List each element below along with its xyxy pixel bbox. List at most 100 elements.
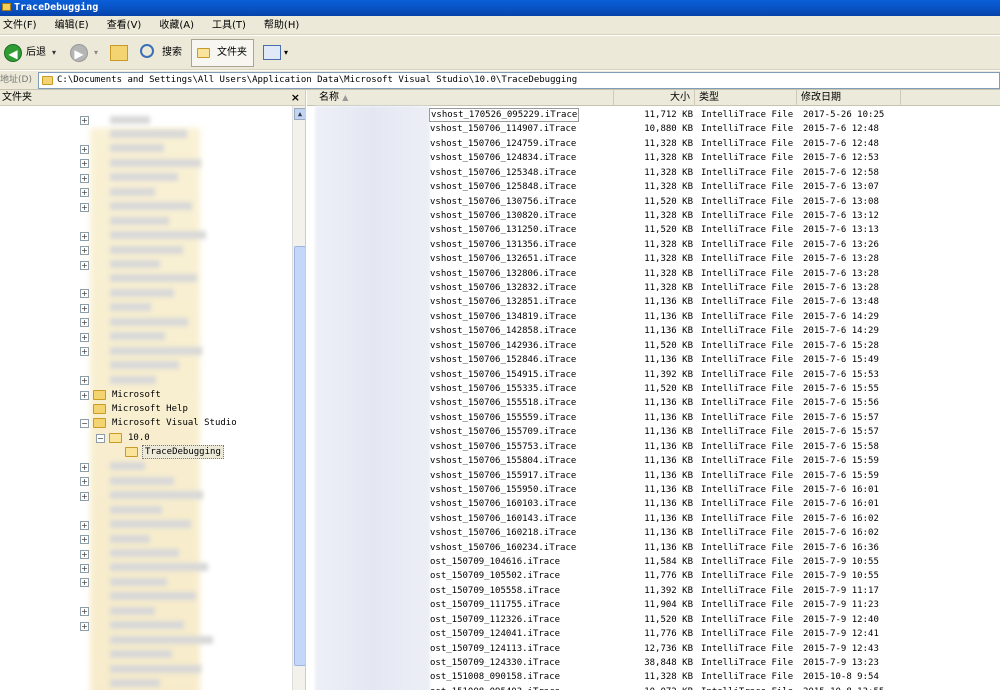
tree-node-redacted[interactable]: + [80,474,174,488]
search-icon[interactable] [140,44,154,58]
collapse-icon[interactable]: − [96,433,105,443]
tree-scrollbar[interactable]: ▲ [292,106,305,690]
file-row[interactable]: vshost_150706_154915.iTrace 11,392 KB Inte… [307,368,1000,382]
views-icon[interactable] [263,45,281,60]
expand-icon[interactable]: + [80,491,89,501]
file-row[interactable]: vshost_170526_095229.iTrace 11,712 KB Inte… [307,108,1000,122]
file-row[interactable]: vshost_150706_124834.iTrace 11,328 KB Inte… [307,151,1000,165]
expand-icon[interactable]: + [80,520,89,530]
tree-node-redacted[interactable]: + [80,200,192,214]
scroll-up-icon[interactable]: ▲ [294,108,305,120]
tree-node-redacted[interactable]: + [80,315,188,329]
tree-node-redacted[interactable]: + [80,460,145,474]
expand-icon[interactable]: + [80,607,89,617]
expand-icon[interactable]: + [80,563,89,573]
file-row[interactable]: ost_150709_105502.iTrace 11,776 KB Intelli… [307,569,1000,583]
menu-help[interactable]: 帮助(H) [261,16,304,35]
file-row[interactable]: vshost_150706_155335.iTrace 11,520 KB Inte… [307,382,1000,396]
back-arrow-icon[interactable]: ◀ [4,44,22,62]
expand-icon[interactable]: + [80,231,89,241]
tree-node-redacted[interactable]: + [80,185,155,199]
menu-edit[interactable]: 编辑(E) [52,16,94,35]
file-row[interactable]: vshost_150706_155950.iTrace 11,136 KB Inte… [307,483,1000,497]
file-row[interactable]: vshost_150706_131356.iTrace 11,328 KB Inte… [307,238,1000,252]
file-row[interactable]: vshost_150706_125348.iTrace 11,328 KB Inte… [307,166,1000,180]
file-row[interactable]: vshost_150706_155804.iTrace 11,136 KB Inte… [307,454,1000,468]
file-row[interactable]: vshost_150706_114907.iTrace 10,880 KB Inte… [307,122,1000,136]
expand-icon[interactable]: + [80,390,89,400]
file-row[interactable]: vshost_150706_134819.iTrace 11,136 KB Inte… [307,310,1000,324]
file-row[interactable]: vshost_150706_160103.iTrace 11,136 KB Inte… [307,497,1000,511]
tree-node-redacted[interactable]: + [80,489,203,503]
file-row[interactable]: vshost_150706_130820.iTrace 11,328 KB Inte… [307,209,1000,223]
file-row[interactable]: ost_150709_111755.iTrace 11,904 KB Intelli… [307,598,1000,612]
file-row[interactable]: vshost_150706_132806.iTrace 11,328 KB Inte… [307,267,1000,281]
tree-node-redacted[interactable]: + [80,156,201,170]
tree-node-redacted[interactable]: + [80,243,183,257]
menu-view[interactable]: 查看(V) [104,16,147,35]
file-row[interactable]: ost_151008_095403.iTrace 10,072 KB Intelli… [307,685,1000,690]
tree-node-redacted[interactable]: + [80,301,151,315]
expand-icon[interactable]: + [80,535,89,545]
expand-icon[interactable]: + [80,376,89,386]
menu-favorites[interactable]: 收藏(A) [156,16,199,35]
expand-icon[interactable]: + [80,116,89,125]
expand-icon[interactable]: + [80,144,89,154]
file-row[interactable]: vshost_150706_155753.iTrace 11,136 KB Inte… [307,440,1000,454]
file-row[interactable]: vshost_150706_160234.iTrace 11,136 KB Inte… [307,541,1000,555]
title-bar[interactable]: TraceDebugging [0,0,1000,16]
tree-node-redacted[interactable] [80,633,213,647]
column-type[interactable]: 类型 [695,90,797,106]
column-name[interactable]: 名称 ▲ [307,90,614,106]
tree-node-redacted[interactable] [80,662,201,676]
expand-icon[interactable]: + [80,462,89,472]
file-row[interactable]: vshost_150706_132851.iTrace 11,136 KB Inte… [307,295,1000,309]
tree-node-redacted[interactable]: + [80,286,174,300]
file-row[interactable]: vshost_150706_125848.iTrace 11,328 KB Inte… [307,180,1000,194]
file-row[interactable]: vshost_150706_124759.iTrace 11,328 KB Inte… [307,137,1000,151]
tree-node-redacted[interactable]: + [80,561,208,575]
tree-node-redacted[interactable] [80,127,187,141]
tree-node-redacted[interactable]: + [80,604,155,618]
tree-node-redacted[interactable] [80,677,160,690]
file-row[interactable]: vshost_150706_155518.iTrace 11,136 KB Inte… [307,396,1000,410]
file-row[interactable]: ost_150709_124330.iTrace 38,848 KB Intelli… [307,656,1000,670]
expand-icon[interactable]: + [80,202,89,212]
back-dropdown-icon[interactable]: ▾ [52,40,56,66]
file-row[interactable]: vshost_150706_132651.iTrace 11,328 KB Inte… [307,252,1000,266]
tree-node-redacted[interactable]: + [80,518,191,532]
scroll-thumb[interactable] [294,246,305,666]
tree-node-redacted[interactable] [80,503,162,517]
back-button-label[interactable]: 后退 [26,40,46,66]
expand-icon[interactable]: + [80,260,89,270]
expand-icon[interactable]: + [80,578,89,588]
tree-node-redacted[interactable]: + [80,258,160,272]
file-row[interactable]: ost_150709_124113.iTrace 12,736 KB Intelli… [307,642,1000,656]
expand-icon[interactable]: + [80,549,89,559]
expand-icon[interactable]: + [80,173,89,183]
file-row[interactable]: vshost_150706_160143.iTrace 11,136 KB Inte… [307,512,1000,526]
file-row[interactable]: ost_150709_112326.iTrace 11,520 KB Intelli… [307,613,1000,627]
file-row[interactable]: vshost_150706_155559.iTrace 11,136 KB Inte… [307,411,1000,425]
expand-icon[interactable]: + [80,246,89,256]
file-row[interactable]: vshost_150706_130756.iTrace 11,520 KB Inte… [307,195,1000,209]
tree-node-redacted[interactable]: + [80,229,206,243]
tree-node-redacted[interactable]: + [80,171,178,185]
file-row[interactable]: vshost_150706_152846.iTrace 11,136 KB Inte… [307,353,1000,367]
tree-node-redacted[interactable]: + [80,113,150,127]
expand-icon[interactable]: + [80,347,89,357]
menu-tools[interactable]: 工具(T) [209,16,251,35]
expand-icon[interactable]: + [80,621,89,631]
tree-node-redacted[interactable] [80,359,179,373]
address-input[interactable]: C:\Documents and Settings\All Users\Appl… [38,72,1000,89]
tree-node-redacted[interactable]: + [80,575,167,589]
file-row[interactable]: vshost_150706_155709.iTrace 11,136 KB Inte… [307,425,1000,439]
tree-node-redacted[interactable] [80,214,169,228]
tree-node-redacted[interactable]: + [80,532,150,546]
file-row[interactable]: ost_151008_090158.iTrace 11,328 KB Intelli… [307,670,1000,684]
tree-node-redacted[interactable]: + [80,330,165,344]
file-row[interactable]: vshost_150706_142936.iTrace 11,520 KB Inte… [307,339,1000,353]
expand-icon[interactable]: + [80,477,89,487]
file-row[interactable]: vshost_150706_160218.iTrace 11,136 KB Inte… [307,526,1000,540]
expand-icon[interactable]: + [80,303,89,313]
